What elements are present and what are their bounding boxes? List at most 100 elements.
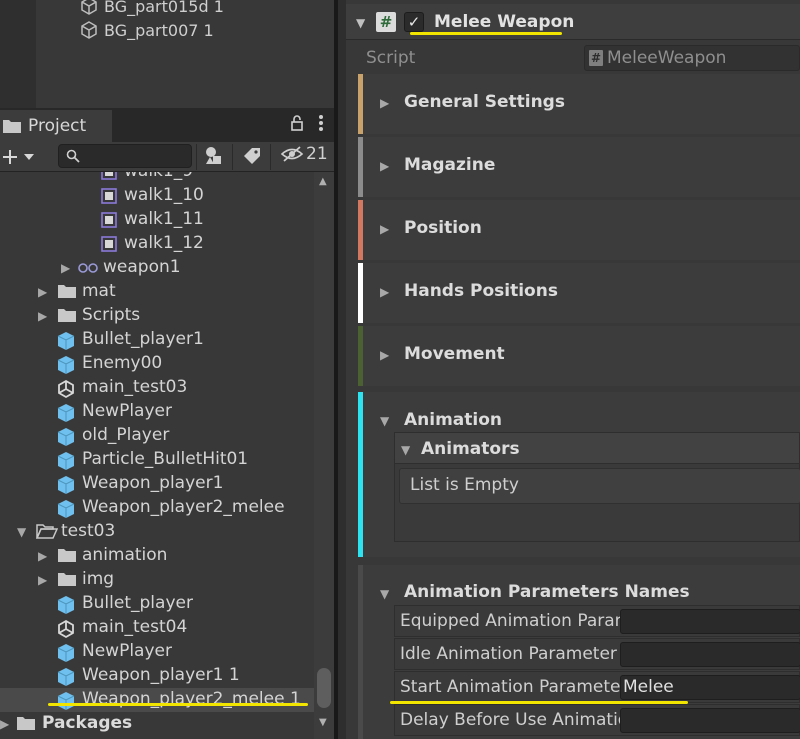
highlight-underline [390, 701, 688, 704]
script-object-field[interactable]: # MeleeWeapon [584, 45, 800, 71]
param-row-start: Start Animation Parameter Name Melee [394, 671, 800, 703]
collapse-arrow-icon[interactable]: ▼ [380, 414, 389, 428]
tree-item-label: animation [82, 545, 168, 565]
tree-item-label: mat [82, 281, 116, 301]
tree-item-folder[interactable]: ▶ Scripts [0, 304, 314, 328]
sprite-sheet-icon [78, 263, 98, 273]
tree-item-prefab[interactable]: Bullet_player [0, 592, 314, 616]
expand-arrow-icon[interactable]: ▶ [380, 159, 389, 173]
section-general-settings[interactable]: ▶ General Settings [358, 74, 800, 134]
search-input[interactable] [58, 144, 192, 168]
expand-arrow-icon[interactable]: ▶ [380, 348, 389, 362]
tree-item-label: Weapon_player1 1 [82, 665, 240, 685]
tree-item-sprite[interactable]: walk1_12 [0, 232, 314, 256]
highlight-underline [48, 703, 308, 706]
tree-item-label: Weapon_player2_melee [82, 497, 285, 517]
tree-item-folder[interactable]: ▶ img [0, 568, 314, 592]
section-position[interactable]: ▶ Position [358, 200, 800, 260]
prefab-icon [57, 668, 75, 686]
filter-by-label-icon[interactable] [242, 146, 262, 166]
tree-item-prefab[interactable]: old_Player [0, 424, 314, 448]
tree-item-scene[interactable]: main_test04 [0, 616, 314, 640]
tree-item-label: walk1_11 [124, 209, 204, 229]
folder-icon [58, 573, 76, 586]
tree-item-prefab-selected[interactable]: Weapon_player2_melee 1 [0, 688, 314, 712]
tree-item-prefab[interactable]: Weapon_player2_melee [0, 496, 314, 520]
tree-item-label: Bullet_player [82, 593, 193, 613]
tree-item-sprite[interactable]: walk1_11 [0, 208, 314, 232]
expand-arrow-icon[interactable]: ▶ [38, 309, 47, 323]
section-color-bar [358, 263, 363, 323]
expand-arrow-icon[interactable]: ▶ [38, 549, 47, 563]
section-hands-positions[interactable]: ▶ Hands Positions [358, 263, 800, 323]
hierarchy-panel: BG_part015d 1 BG_part007 1 [0, 0, 334, 108]
create-button[interactable] [0, 145, 40, 169]
inspector-gutter [338, 0, 346, 739]
expand-arrow-icon[interactable]: ▶ [0, 717, 9, 731]
param-row-equipped: Equipped Animation Parameter Name [394, 605, 800, 637]
section-movement[interactable]: ▶ Movement [358, 326, 800, 386]
animators-list[interactable]: List is Empty [399, 468, 800, 504]
component-enabled-checkbox[interactable]: ✓ [404, 12, 424, 32]
param-input[interactable] [620, 609, 800, 634]
collapse-arrow-icon[interactable]: ▼ [380, 587, 389, 601]
scroll-up-icon[interactable]: ▲ [319, 176, 327, 187]
tree-item-folder[interactable]: ▶ animation [0, 544, 314, 568]
hidden-packages-toggle[interactable]: 21 [280, 144, 328, 164]
tree-item-packages[interactable]: ▶ Packages [0, 712, 314, 736]
tree-item-prefab[interactable]: NewPlayer [0, 640, 314, 664]
tree-item-weapon1[interactable]: ▶ weapon1 [0, 256, 314, 280]
collapse-arrow-icon[interactable]: ▼ [401, 443, 410, 457]
lock-icon[interactable] [290, 115, 304, 131]
param-label: Delay Before Use Animation Parameter Nam… [400, 710, 620, 730]
project-scrollbar[interactable]: ▲ ▼ [314, 172, 334, 739]
expand-arrow-icon[interactable]: ▶ [380, 96, 389, 110]
inspector-panel: ▼ # ✓ Melee Weapon Script # MeleeWeapon … [338, 0, 800, 739]
sprite-icon [101, 172, 117, 180]
scrollbar-thumb[interactable] [317, 668, 331, 708]
expand-arrow-icon[interactable]: ▶ [380, 285, 389, 299]
tree-item-label: old_Player [82, 425, 170, 445]
tree-item-prefab[interactable]: Weapon_player1 [0, 472, 314, 496]
collapse-arrow-icon[interactable]: ▼ [17, 525, 26, 539]
tree-item-prefab[interactable]: Enemy00 [0, 352, 314, 376]
tree-item-prefab[interactable]: Bullet_player1 [0, 328, 314, 352]
expand-arrow-icon[interactable]: ▶ [380, 222, 389, 236]
gameobject-icon [81, 21, 97, 39]
hierarchy-item-label: BG_part015d 1 [104, 0, 224, 16]
tab-project[interactable]: Project [0, 110, 112, 142]
filter-by-type-icon[interactable] [204, 146, 226, 166]
tree-item-prefab[interactable]: NewPlayer [0, 400, 314, 424]
hierarchy-item[interactable]: BG_part015d 1 [80, 0, 224, 18]
collapse-arrow-icon[interactable]: ▼ [356, 16, 365, 30]
hidden-packages-count: 21 [306, 144, 328, 164]
animators-list-header[interactable]: ▼ Animators [394, 432, 800, 464]
more-options-icon[interactable] [318, 114, 324, 132]
tree-item-prefab[interactable]: Weapon_player1 1 [0, 664, 314, 688]
tree-item-folder-open[interactable]: ▼ test03 [0, 520, 314, 544]
tree-item-label: weapon1 [103, 257, 181, 277]
tree-item-sprite[interactable]: walk1_10 [0, 184, 314, 208]
tree-item-folder[interactable]: ▶ mat [0, 280, 314, 304]
param-input[interactable] [620, 708, 800, 733]
expand-arrow-icon[interactable]: ▶ [38, 573, 47, 587]
tree-item-label: walk1_10 [124, 185, 204, 205]
tree-item-sprite[interactable]: walk1_9 [0, 172, 314, 184]
section-color-bar [358, 565, 363, 739]
expand-arrow-icon[interactable]: ▶ [38, 285, 47, 299]
param-label: Equipped Animation Parameter Name [400, 611, 620, 631]
folder-icon [3, 120, 21, 133]
tree-item-prefab[interactable]: Particle_BulletHit01 [0, 448, 314, 472]
tree-item-label: main_test03 [82, 377, 188, 397]
prefab-icon [57, 500, 75, 518]
hierarchy-item[interactable]: BG_part007 1 [80, 18, 214, 42]
tree-item-label: Weapon_player2_melee 1 [82, 689, 301, 709]
scroll-down-icon[interactable]: ▼ [319, 717, 327, 728]
section-label: Magazine [404, 155, 496, 175]
param-input[interactable]: Melee [620, 675, 800, 700]
param-input[interactable] [620, 642, 800, 667]
section-magazine[interactable]: ▶ Magazine [358, 137, 800, 197]
tree-item-scene[interactable]: main_test03 [0, 376, 314, 400]
expand-arrow-icon[interactable]: ▶ [61, 261, 70, 275]
list-empty-text: List is Empty [410, 475, 519, 495]
